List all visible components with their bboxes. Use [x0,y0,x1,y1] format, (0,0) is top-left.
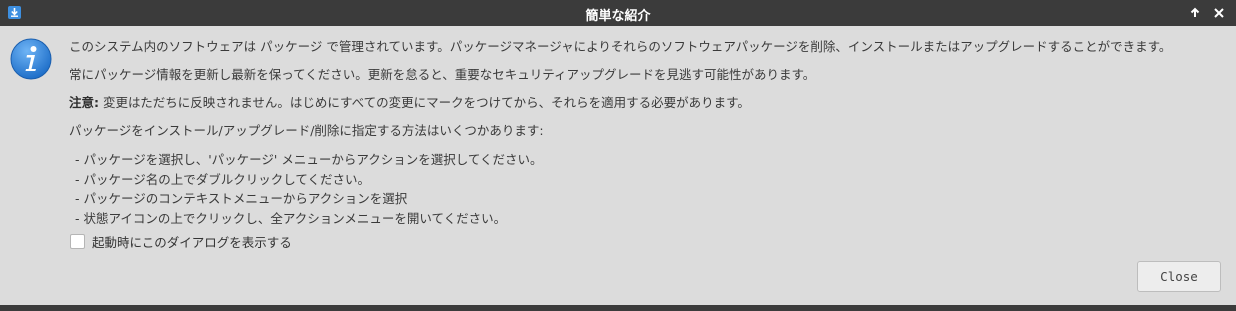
show-on-startup-checkbox[interactable] [70,233,85,249]
list-item: - パッケージを選択し、'パッケージ' メニューからアクションを選択してください… [75,152,543,167]
close-button[interactable]: Close [1137,261,1221,292]
note-text: 変更はただちに反映されません。はじめにすべての変更にマークをつけてから、それらを… [99,95,750,110]
list-item: - 状態アイコンの上でクリックし、全アクションメニューを開いてください。 [75,210,507,226]
maximize-button[interactable] [1187,5,1203,21]
window-close-button[interactable] [1211,5,1227,21]
close-x-icon [1214,8,1224,18]
methods-list: - パッケージを選択し、'パッケージ' メニューからアクションを選択してください… [69,150,1229,228]
window-title: 簡単な紹介 [585,9,651,24]
dialog-content: このシステム内のソフトウェアは パッケージ で管理されています。パッケージマネー… [0,26,1236,305]
dialog-text: このシステム内のソフトウェアは パッケージ で管理されています。パッケージマネー… [69,38,1229,228]
window-bottom-border [0,305,1236,311]
note-paragraph: 注意: 変更はただちに反映されません。はじめにすべての変更にマークをつけてから、… [69,94,1229,111]
show-on-startup-label[interactable]: 起動時にこのダイアログを表示する [92,232,292,251]
window-titlebar: 簡単な紹介 [0,0,1236,26]
list-item: - パッケージのコンテキストメニューからアクションを選択 [75,191,408,206]
info-icon [10,38,52,80]
update-paragraph: 常にパッケージ情報を更新し最新を保ってください。更新を怠ると、重要なセキュリティ… [69,67,816,82]
list-item: - パッケージ名の上でダブルクリックしてください。 [75,171,370,187]
intro-paragraph: このシステム内のソフトウェアは パッケージ で管理されています。パッケージマネー… [69,39,1172,54]
methods-paragraph: パッケージをインストール/アップグレード/削除に指定する方法はいくつかあります: [69,123,544,138]
show-on-startup-row[interactable]: 起動時にこのダイアログを表示する [70,232,292,251]
note-label: 注意: [69,95,99,110]
arrow-up-icon [1190,7,1200,17]
